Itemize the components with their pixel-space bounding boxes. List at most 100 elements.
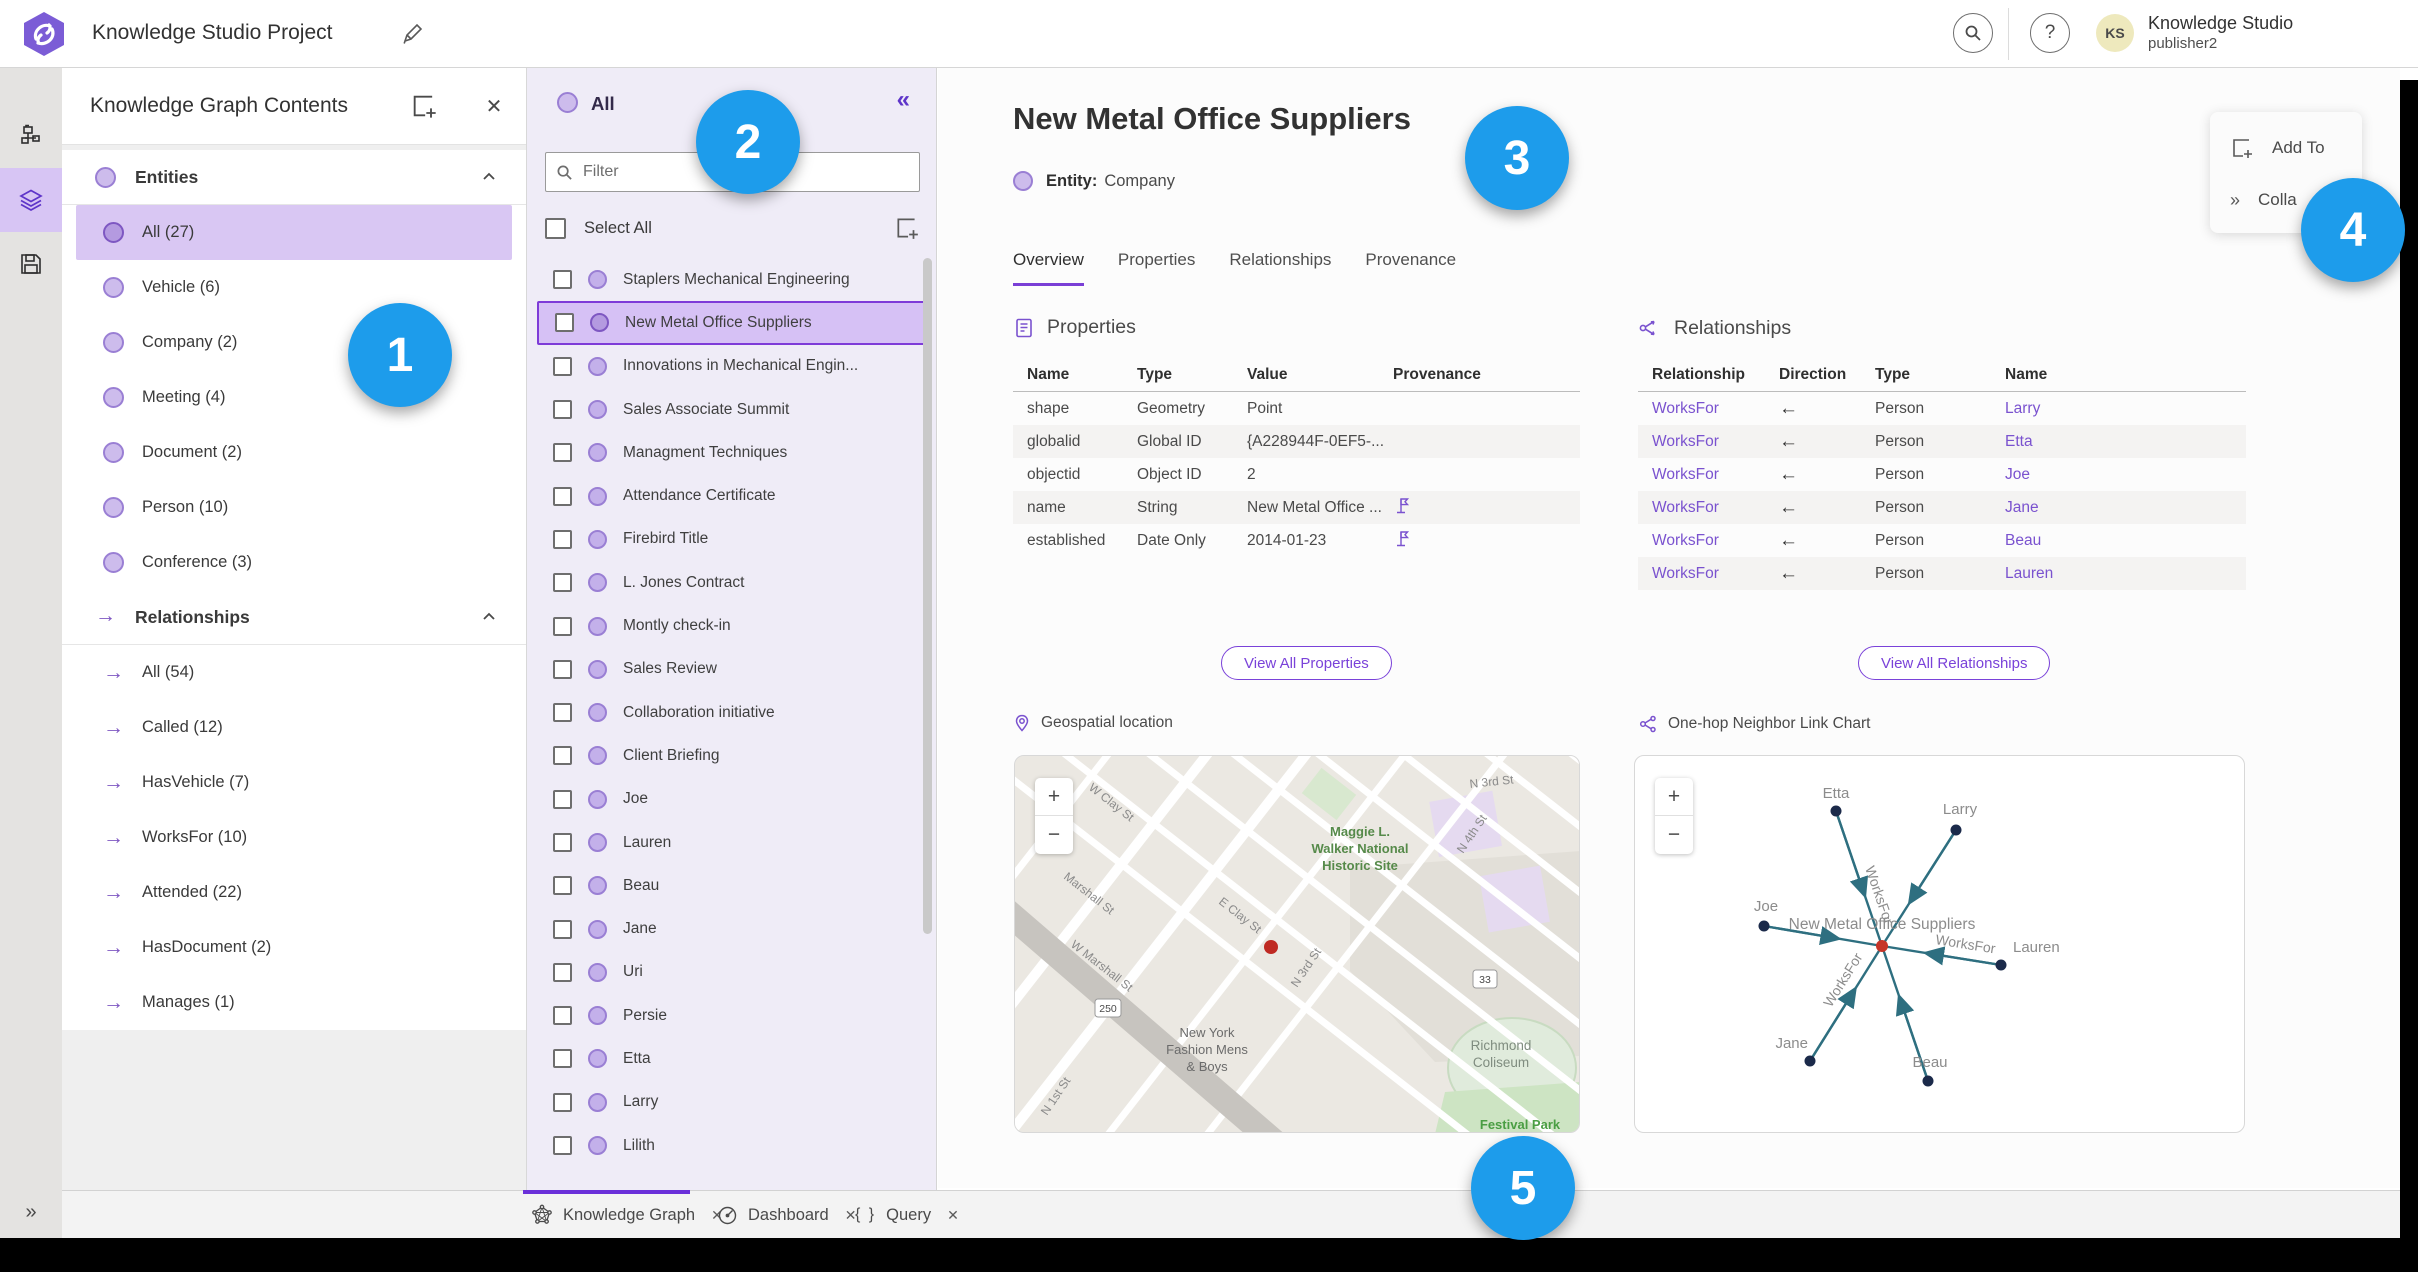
relationship-type-item[interactable]: → All (54): [62, 645, 526, 700]
account-info[interactable]: Knowledge Studio publisher2: [2148, 12, 2293, 53]
provenance-flag-icon[interactable]: [1393, 529, 1412, 548]
entity-instance-item[interactable]: Firebird Title: [527, 518, 936, 561]
item-checkbox[interactable]: [553, 443, 572, 463]
view-all-properties-button[interactable]: View All Properties: [1221, 646, 1392, 680]
zoom-in-button[interactable]: +: [1035, 778, 1073, 816]
item-checkbox[interactable]: [553, 833, 572, 852]
relationship-link[interactable]: WorksFor: [1652, 565, 1779, 583]
item-checkbox[interactable]: [553, 746, 572, 766]
entity-type-item[interactable]: Conference (3): [62, 535, 526, 590]
chevron-up-icon[interactable]: [480, 168, 498, 186]
help-button[interactable]: ?: [2030, 13, 2070, 53]
entity-type-item[interactable]: Vehicle (6): [62, 260, 526, 315]
item-checkbox[interactable]: [553, 616, 572, 636]
layers-tool-button[interactable]: [0, 168, 62, 232]
item-checkbox[interactable]: [553, 1006, 572, 1026]
entity-instance-item[interactable]: New Metal Office Suppliers: [537, 301, 926, 345]
item-checkbox[interactable]: [553, 703, 572, 723]
relationship-type-item[interactable]: → Called (12): [62, 700, 526, 755]
entity-instance-item[interactable]: Sales Associate Summit: [527, 388, 936, 431]
entity-type-item[interactable]: Meeting (4): [62, 370, 526, 425]
related-entity-link[interactable]: Joe: [2005, 466, 2246, 484]
list-scrollbar[interactable]: [923, 258, 932, 934]
zoom-out-button[interactable]: −: [1035, 816, 1073, 854]
entity-instance-item[interactable]: Sales Review: [527, 648, 936, 691]
entity-instance-item[interactable]: Beau: [527, 864, 936, 907]
select-all-checkbox[interactable]: [545, 217, 566, 239]
entity-instance-item[interactable]: Collaboration initiative: [527, 691, 936, 734]
relationship-type-item[interactable]: → Manages (1): [62, 975, 526, 1030]
relationship-type-item[interactable]: → WorksFor (10): [62, 810, 526, 865]
entity-instance-item[interactable]: Lauren: [527, 821, 936, 864]
entity-instance-item[interactable]: Managment Techniques: [527, 431, 936, 474]
item-checkbox[interactable]: [553, 573, 572, 593]
provenance-flag-icon[interactable]: [1393, 496, 1412, 515]
item-checkbox[interactable]: [553, 270, 572, 290]
relationship-type-item[interactable]: → HasDocument (2): [62, 920, 526, 975]
close-tab-icon[interactable]: ✕: [947, 1207, 959, 1224]
tab-overview[interactable]: Overview: [1013, 250, 1084, 286]
item-checkbox[interactable]: [553, 1049, 572, 1069]
related-entity-link[interactable]: Larry: [2005, 400, 2246, 418]
entity-instance-item[interactable]: Client Briefing: [527, 734, 936, 777]
tab-query[interactable]: { } Query ✕: [855, 1191, 959, 1239]
tab-provenance[interactable]: Provenance: [1365, 250, 1456, 286]
entity-instance-item[interactable]: Etta: [527, 1037, 936, 1080]
item-checkbox[interactable]: [553, 356, 572, 376]
entity-instance-item[interactable]: Uri: [527, 951, 936, 994]
entity-type-item[interactable]: All (27): [76, 205, 512, 260]
related-entity-link[interactable]: Lauren: [2005, 565, 2246, 583]
entity-instance-item[interactable]: L. Jones Contract: [527, 561, 936, 604]
search-button[interactable]: [1953, 13, 1993, 53]
node-larry[interactable]: [1950, 824, 1962, 836]
related-entity-link[interactable]: Etta: [2005, 433, 2246, 451]
entity-instance-item[interactable]: Staplers Mechanical Engineering: [527, 258, 936, 301]
add-to-map-icon[interactable]: [894, 215, 920, 241]
item-checkbox[interactable]: [553, 876, 572, 896]
entity-instance-item[interactable]: Attendance Certificate: [527, 474, 936, 517]
item-checkbox[interactable]: [553, 962, 572, 982]
item-checkbox[interactable]: [553, 919, 572, 939]
entities-section-header[interactable]: Entities: [62, 150, 526, 205]
entity-type-item[interactable]: Company (2): [62, 315, 526, 370]
node-joe[interactable]: [1758, 920, 1770, 932]
close-panel-icon[interactable]: ✕: [480, 92, 508, 120]
zoom-in-button[interactable]: +: [1655, 778, 1693, 816]
edit-title-icon[interactable]: [400, 22, 424, 46]
node-jane[interactable]: [1804, 1055, 1816, 1067]
relationships-section-header[interactable]: → Relationships: [62, 590, 526, 645]
expand-rail-icon[interactable]: »: [0, 1188, 62, 1236]
entity-type-item[interactable]: Person (10): [62, 480, 526, 535]
entity-instance-item[interactable]: Innovations in Mechanical Engin...: [527, 345, 936, 388]
entity-instance-item[interactable]: Larry: [527, 1081, 936, 1124]
chevron-up-icon[interactable]: [480, 608, 498, 626]
node-etta[interactable]: [1830, 805, 1842, 817]
entity-instance-item[interactable]: Joe: [527, 778, 936, 821]
entity-instance-item[interactable]: Persie: [527, 994, 936, 1037]
save-tool-button[interactable]: [0, 232, 62, 296]
view-all-relationships-button[interactable]: View All Relationships: [1858, 646, 2051, 680]
related-entity-link[interactable]: Beau: [2005, 532, 2246, 550]
node-center[interactable]: [1876, 940, 1888, 952]
item-checkbox[interactable]: [553, 529, 572, 549]
item-checkbox[interactable]: [553, 659, 572, 679]
item-checkbox[interactable]: [553, 1092, 572, 1112]
entity-instance-item[interactable]: Lilith: [527, 1124, 936, 1167]
related-entity-link[interactable]: Jane: [2005, 499, 2246, 517]
avatar[interactable]: KS: [2096, 14, 2134, 52]
entity-instance-item[interactable]: Jane: [527, 907, 936, 950]
tab-relationships[interactable]: Relationships: [1229, 250, 1331, 286]
add-to-map-icon[interactable]: [410, 92, 438, 120]
zoom-out-button[interactable]: −: [1655, 816, 1693, 854]
item-checkbox[interactable]: [555, 313, 574, 333]
geospatial-map[interactable]: W Clay St N 3rd St N 4th St Marshall St …: [1014, 755, 1580, 1133]
tab-knowledge-graph[interactable]: Knowledge Graph ✕: [531, 1191, 723, 1239]
item-checkbox[interactable]: [553, 789, 572, 809]
node-lauren[interactable]: [1995, 959, 2007, 971]
relationship-link[interactable]: WorksFor: [1652, 433, 1779, 451]
relationship-link[interactable]: WorksFor: [1652, 466, 1779, 484]
entity-instance-item[interactable]: Montly check-in: [527, 604, 936, 647]
entity-type-item[interactable]: Document (2): [62, 425, 526, 480]
relationship-type-item[interactable]: → Attended (22): [62, 865, 526, 920]
tab-properties[interactable]: Properties: [1118, 250, 1195, 286]
